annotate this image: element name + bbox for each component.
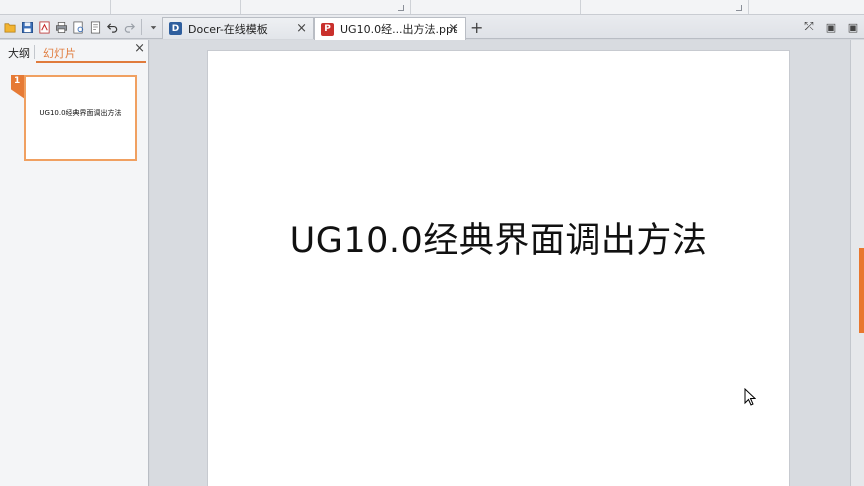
vertical-scrollbar[interactable] xyxy=(850,40,864,486)
print-preview-icon[interactable] xyxy=(70,18,87,36)
ribbon-separator xyxy=(748,0,749,14)
window-icon[interactable]: ▣ xyxy=(842,18,864,36)
save-icon[interactable] xyxy=(19,18,36,36)
print-icon[interactable] xyxy=(53,18,70,36)
skin-icon[interactable]: ⤱ xyxy=(798,18,820,36)
ppt-file-icon: P xyxy=(321,22,334,36)
document-tab-bar: D Docer-在线模板 × P UG10.0经...出方法.ppt × + ⤱… xyxy=(0,15,864,40)
close-icon[interactable]: × xyxy=(134,41,145,56)
window-controls: ⤱ ▣ ▣ xyxy=(798,18,864,36)
ribbon-separator xyxy=(110,0,111,14)
ribbon-separator xyxy=(240,0,241,14)
slide-number-badge: 1 xyxy=(11,75,25,99)
tab-slides[interactable]: 幻灯片 xyxy=(43,45,76,61)
redo-icon[interactable] xyxy=(121,18,138,36)
slide-thumbnail[interactable]: UG10.0经典界面调出方法 xyxy=(24,75,137,161)
page-preview-icon[interactable] xyxy=(87,18,104,36)
undo-icon[interactable] xyxy=(104,18,121,36)
quick-access-toolbar xyxy=(2,18,162,36)
group-launcher-icon[interactable] xyxy=(736,5,742,11)
slide-title[interactable]: UG10.0经典界面调出方法 xyxy=(208,212,789,263)
new-tab-plus-icon[interactable]: + xyxy=(470,18,483,37)
close-icon[interactable]: × xyxy=(448,21,459,36)
tab-presentation-label: UG10.0经...出方法.ppt xyxy=(340,23,458,36)
customize-toolbar-dropdown-icon[interactable] xyxy=(145,18,162,36)
tab-docer-label: Docer-在线模板 xyxy=(188,22,268,36)
slide-canvas[interactable]: UG10.0经典界面调出方法 xyxy=(207,50,790,486)
docer-icon: D xyxy=(169,22,182,35)
group-launcher-icon[interactable] xyxy=(398,5,404,11)
ribbon-separator xyxy=(580,0,581,14)
slide-number: 1 xyxy=(14,76,21,86)
toolbar-separator xyxy=(141,19,142,35)
slide-workspace: UG10.0经典界面调出方法 xyxy=(150,40,850,486)
export-pdf-icon[interactable] xyxy=(36,18,53,36)
active-tab-indicator xyxy=(36,61,146,63)
pane-tabs: 大纲 幻灯片 × xyxy=(0,40,149,64)
tab-presentation[interactable]: P UG10.0经...出方法.ppt × xyxy=(314,17,466,40)
slides-pane: 大纲 幻灯片 × 1 UG10.0经典界面调出方法 xyxy=(0,40,149,486)
side-panel-toggle[interactable] xyxy=(859,248,864,333)
mouse-cursor-icon xyxy=(744,388,756,406)
ribbon-remnant xyxy=(0,0,864,15)
close-icon[interactable]: × xyxy=(296,21,307,36)
open-folder-icon[interactable] xyxy=(2,18,19,36)
ribbon-separator xyxy=(410,0,411,14)
restore-window-icon[interactable]: ▣ xyxy=(820,18,842,36)
thumbnail-title: UG10.0经典界面调出方法 xyxy=(39,109,122,117)
tab-outline[interactable]: 大纲 xyxy=(8,45,30,61)
pane-tab-divider xyxy=(34,45,35,59)
tab-docer[interactable]: D Docer-在线模板 × xyxy=(162,17,314,39)
